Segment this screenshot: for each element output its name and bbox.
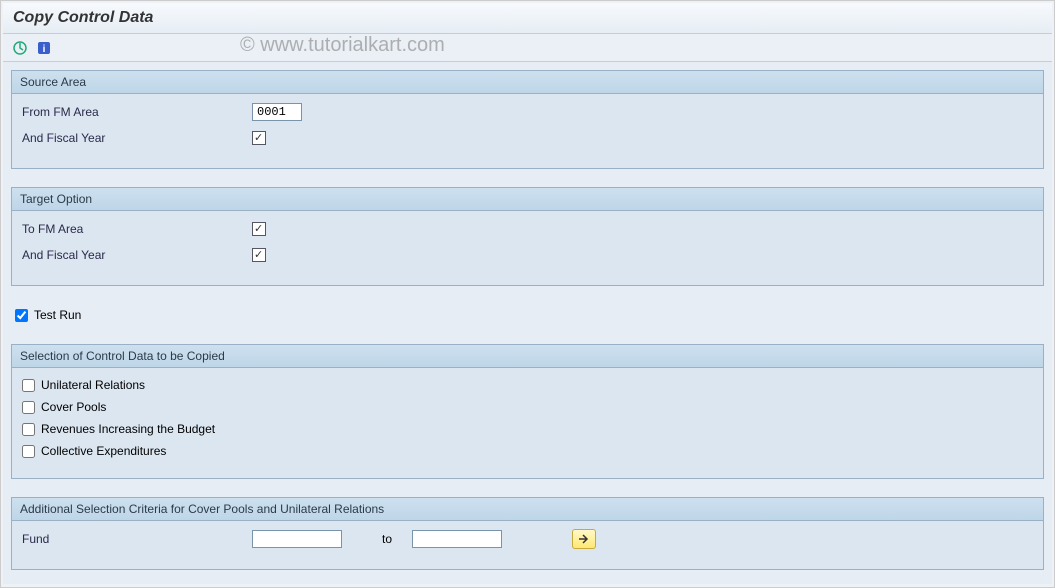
collective-expenditures-label: Collective Expenditures (41, 444, 166, 458)
from-fm-area-label: From FM Area (22, 105, 252, 119)
to-fm-area-label: To FM Area (22, 222, 252, 236)
group-additional: Additional Selection Criteria for Cover … (11, 497, 1044, 570)
fund-to-input[interactable] (412, 530, 502, 548)
source-fiscal-year-label: And Fiscal Year (22, 131, 252, 145)
page-title: Copy Control Data (3, 3, 1052, 34)
multiple-selection-button[interactable] (572, 529, 596, 549)
cover-pools-label: Cover Pools (41, 400, 106, 414)
cover-pools-checkbox[interactable] (22, 401, 35, 414)
unilateral-relations-label: Unilateral Relations (41, 378, 145, 392)
arrow-right-icon (577, 533, 591, 545)
group-source: Source Area From FM Area And Fiscal Year (11, 70, 1044, 169)
group-selection-header: Selection of Control Data to be Copied (12, 345, 1043, 368)
group-selection: Selection of Control Data to be Copied U… (11, 344, 1044, 479)
revenues-label: Revenues Increasing the Budget (41, 422, 215, 436)
from-fm-area-input[interactable] (252, 103, 302, 121)
test-run-label: Test Run (34, 308, 81, 322)
group-target: Target Option To FM Area And Fiscal Year (11, 187, 1044, 286)
target-fiscal-year-label: And Fiscal Year (22, 248, 252, 262)
target-fiscal-year-required-icon (252, 248, 266, 262)
execute-icon[interactable] (11, 39, 29, 57)
fund-label: Fund (22, 532, 252, 546)
source-fiscal-year-required-icon (252, 131, 266, 145)
unilateral-relations-checkbox[interactable] (22, 379, 35, 392)
group-source-header: Source Area (12, 71, 1043, 94)
group-target-header: Target Option (12, 188, 1043, 211)
revenues-checkbox[interactable] (22, 423, 35, 436)
test-run-checkbox[interactable] (15, 309, 28, 322)
collective-expenditures-checkbox[interactable] (22, 445, 35, 458)
group-additional-header: Additional Selection Criteria for Cover … (12, 498, 1043, 521)
fund-from-input[interactable] (252, 530, 342, 548)
svg-text:i: i (43, 44, 46, 55)
info-icon[interactable]: i (35, 39, 53, 57)
fund-to-label: to (382, 532, 392, 546)
toolbar: i (3, 34, 1052, 62)
to-fm-area-required-icon (252, 222, 266, 236)
